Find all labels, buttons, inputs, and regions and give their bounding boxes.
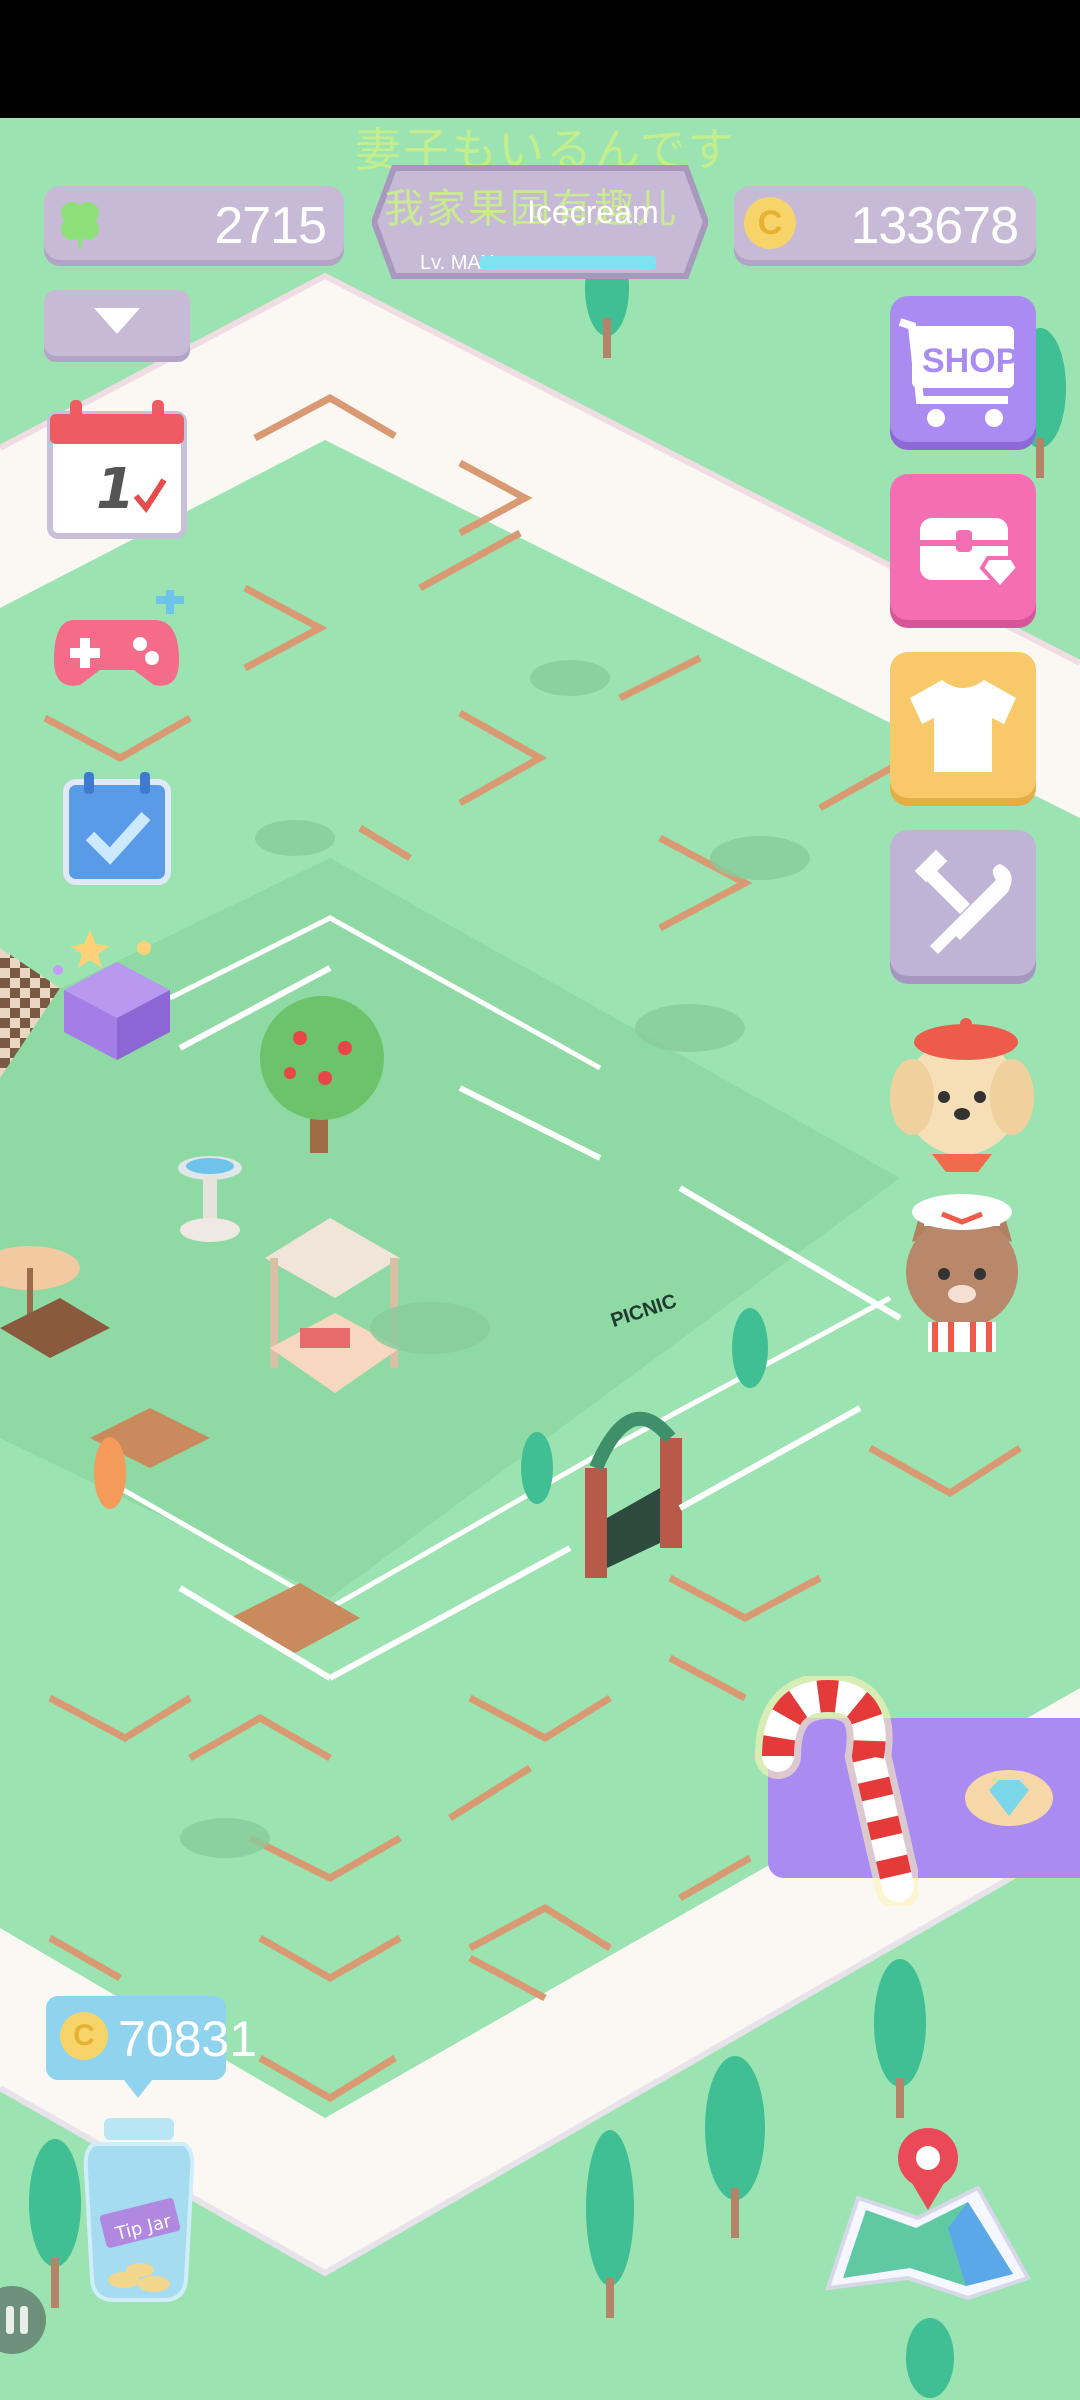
shop-button[interactable]: SHOP bbox=[890, 296, 1036, 442]
dog-character[interactable] bbox=[882, 1002, 1042, 1172]
clover-count: 2715 bbox=[214, 197, 327, 255]
tip-jar[interactable]: Tip Jar bbox=[74, 2110, 204, 2310]
shop-name-badge[interactable]: 我家果园有趣儿 Icecream Lv. MAX bbox=[372, 160, 708, 284]
gamepad-icon[interactable] bbox=[44, 590, 190, 700]
tshirt-icon bbox=[910, 680, 1016, 772]
candy-cane-icon[interactable] bbox=[748, 1676, 918, 1906]
coin-icon: C bbox=[60, 2012, 108, 2060]
treasure-chest-icon bbox=[920, 518, 1021, 591]
dropdown-button[interactable] bbox=[44, 290, 190, 356]
checklist-icon[interactable] bbox=[44, 770, 190, 890]
shop-cart-icon: SHOP bbox=[898, 318, 1018, 427]
status-bar bbox=[0, 0, 1080, 118]
cat-chef-character[interactable] bbox=[882, 1182, 1042, 1352]
picnic-table-2 bbox=[230, 1583, 360, 1653]
coin-count: 133678 bbox=[850, 197, 1019, 255]
clover-icon bbox=[61, 202, 99, 247]
chest-button[interactable] bbox=[890, 474, 1036, 620]
tip-amount: 70831 bbox=[118, 2011, 258, 2067]
shop-name: Icecream bbox=[527, 194, 659, 230]
tools-button[interactable] bbox=[890, 830, 1036, 976]
shop-label: SHOP bbox=[922, 342, 1018, 380]
game-screen: 妻子もいるんです 2715 我家果园有趣儿 Icecream Lv. MAX C… bbox=[0, 0, 1080, 2400]
triangle-down-icon bbox=[94, 308, 140, 334]
calendar-day: 1 bbox=[96, 457, 135, 522]
outfit-button[interactable] bbox=[890, 652, 1036, 798]
coin-icon: C bbox=[744, 197, 796, 249]
picnic-gate bbox=[585, 1411, 682, 1578]
level-progress-bar bbox=[480, 256, 656, 270]
coin-counter[interactable]: C 133678 bbox=[734, 186, 1036, 260]
tip-amount-bubble[interactable]: C 70831 bbox=[46, 1996, 257, 2098]
diamond-icon bbox=[965, 1770, 1053, 1826]
tools-icon bbox=[914, 849, 1012, 954]
pause-button[interactable] bbox=[0, 2280, 50, 2360]
map-button[interactable] bbox=[818, 2118, 1038, 2318]
calendar-icon[interactable]: 1 bbox=[44, 396, 190, 542]
clover-counter[interactable]: 2715 bbox=[44, 186, 344, 260]
gift-box-icon[interactable] bbox=[44, 920, 190, 1066]
